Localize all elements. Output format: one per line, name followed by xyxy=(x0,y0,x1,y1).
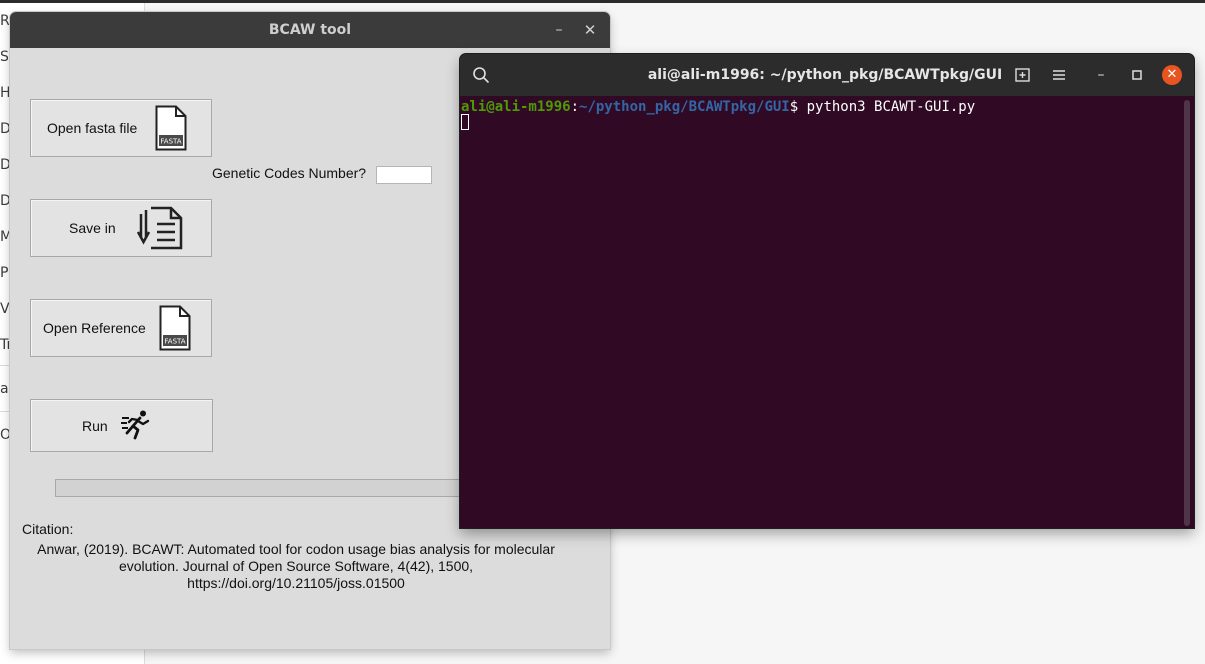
open-reference-label: Open Reference xyxy=(43,320,146,336)
close-button[interactable]: ✕ xyxy=(581,20,599,40)
open-reference-button[interactable]: Open Reference FASTA xyxy=(30,299,212,357)
save-in-label: Save in xyxy=(69,220,116,236)
prompt-path: ~/python_pkg/BCAWTpkg/GUI xyxy=(579,99,790,115)
fasta-icon-text: FASTA xyxy=(164,338,185,346)
run-button[interactable]: Run xyxy=(30,399,213,452)
save-in-button[interactable]: Save in xyxy=(30,199,212,257)
terminal-window: ali@ali-m1996: ~/python_pkg/BCAWTpkg/GUI… xyxy=(460,54,1194,528)
terminal-titlebar[interactable]: ali@ali-m1996: ~/python_pkg/BCAWTpkg/GUI… xyxy=(460,54,1194,96)
hamburger-menu-icon[interactable] xyxy=(1048,65,1070,85)
citation-text: Anwar, (2019). BCAWT: Automated tool for… xyxy=(37,541,555,591)
maximize-icon[interactable] xyxy=(1126,65,1148,85)
bcaw-titlebar[interactable]: BCAW tool – ✕ xyxy=(10,12,610,48)
prompt-dollar: $ xyxy=(789,99,807,115)
terminal-scrollbar[interactable] xyxy=(1184,100,1190,526)
save-document-icon xyxy=(137,206,183,250)
terminal-minimize-button[interactable]: – xyxy=(1090,65,1112,85)
prompt-user: ali@ali-m1996 xyxy=(461,99,571,115)
fasta-icon-text: FASTA xyxy=(160,138,181,146)
genetic-codes-label: Genetic Codes Number? xyxy=(212,165,367,181)
terminal-title: ali@ali-m1996: ~/python_pkg/BCAWTpkg/GUI xyxy=(647,67,1003,83)
run-label: Run xyxy=(82,417,108,434)
window-title: BCAW tool xyxy=(268,22,352,38)
terminal-command: python3 BCAWT-GUI.py xyxy=(806,99,976,115)
minimize-button[interactable]: – xyxy=(550,20,568,40)
fasta-file-icon: FASTA xyxy=(155,105,187,151)
genetic-codes-input[interactable] xyxy=(376,166,432,184)
fasta-file-icon: FASTA xyxy=(159,305,191,351)
open-fasta-label: Open fasta file xyxy=(47,120,138,136)
prompt-colon: : xyxy=(570,99,580,115)
new-tab-icon[interactable] xyxy=(1012,65,1034,85)
terminal-close-button[interactable]: ✕ xyxy=(1162,65,1182,85)
running-man-icon xyxy=(121,410,150,440)
prompt-line: ali@ali-m1996:~/python_pkg/BCAWTpkg/GUI$… xyxy=(461,98,975,116)
open-fasta-button[interactable]: Open fasta file FASTA xyxy=(30,99,212,157)
desktop: Re St Ho De Do Do Mu Pi Vi Tr al O BCAW … xyxy=(0,0,1205,664)
search-icon[interactable] xyxy=(472,66,490,84)
terminal-output[interactable]: ali@ali-m1996:~/python_pkg/BCAWTpkg/GUI$… xyxy=(460,96,1194,528)
terminal-cursor xyxy=(461,114,469,130)
progress-bar xyxy=(55,479,477,497)
citation-label: Citation: xyxy=(22,521,74,537)
